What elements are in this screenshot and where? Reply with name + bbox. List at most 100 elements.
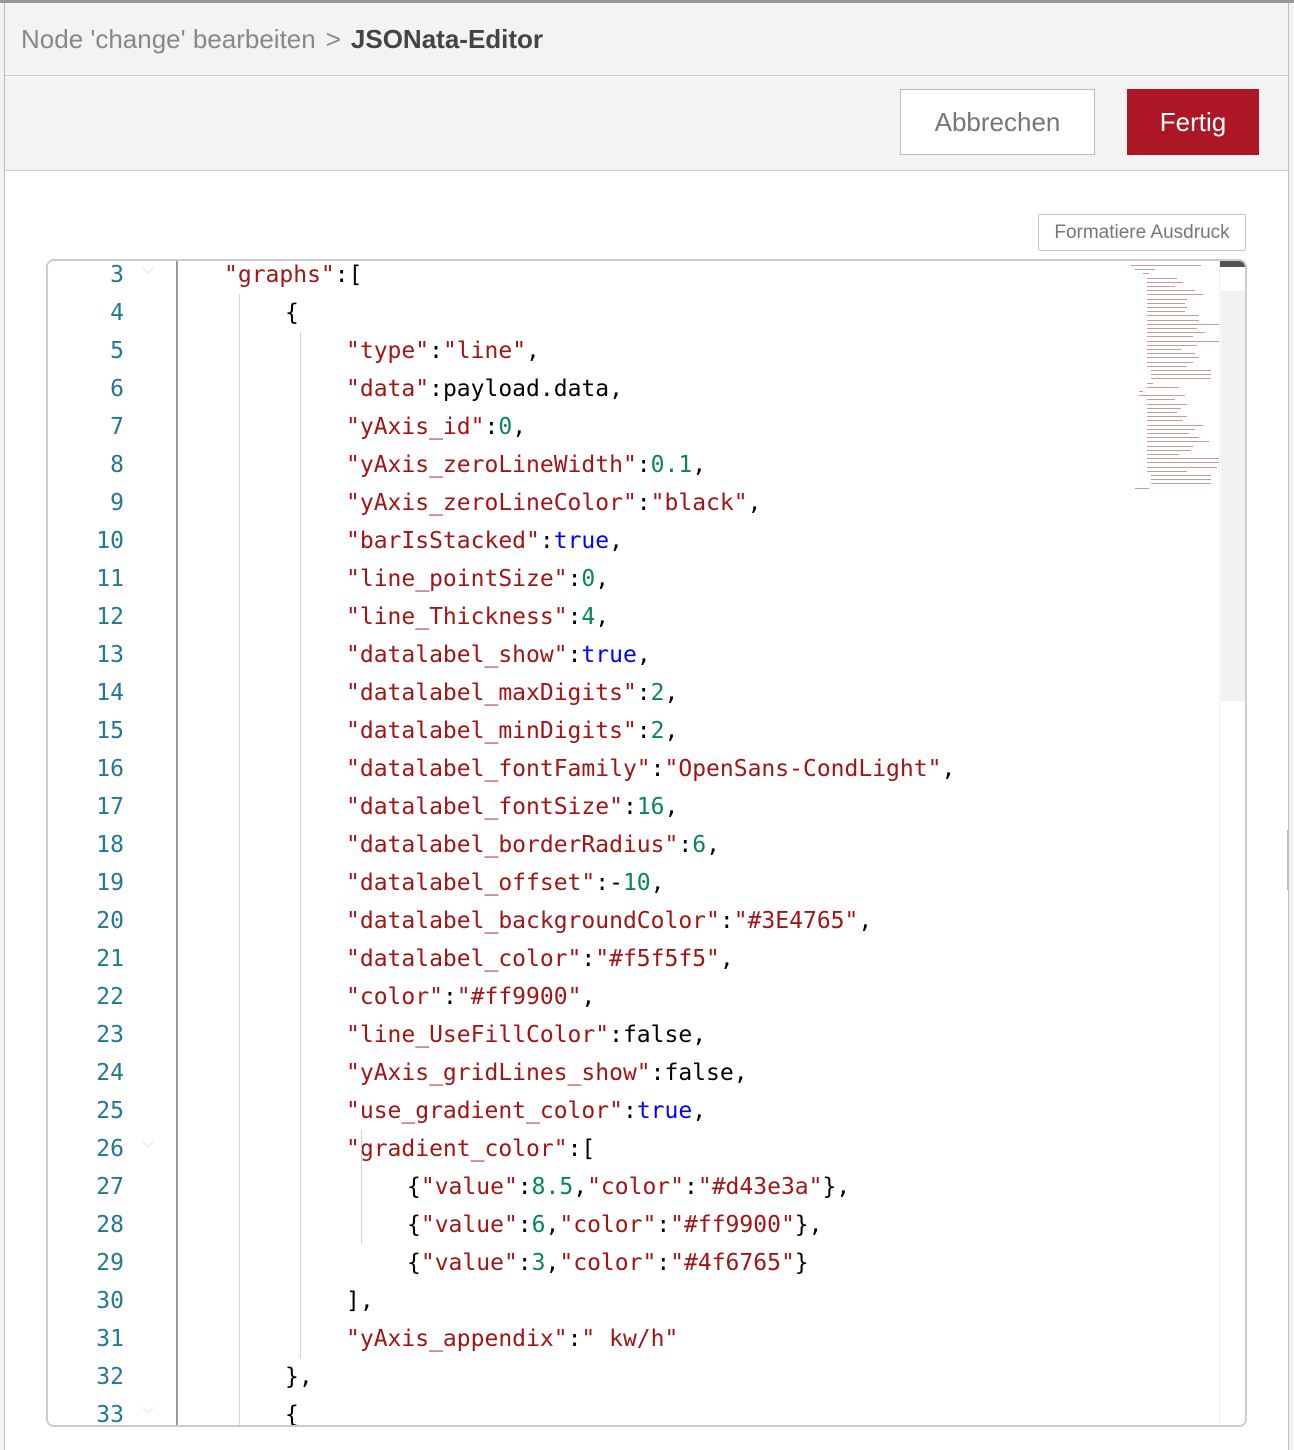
- code-line[interactable]: "datalabel_show":true,: [346, 636, 651, 674]
- code-line[interactable]: "graphs":[: [224, 261, 362, 294]
- code-token: {: [407, 1212, 421, 1238]
- code-line[interactable]: "datalabel_minDigits":2,: [346, 712, 678, 750]
- minimap-line: [1135, 487, 1149, 489]
- code-token: "#d43e3a": [697, 1174, 823, 1200]
- minimap-line: [1147, 424, 1203, 426]
- code-token: ,: [692, 452, 707, 478]
- code-line[interactable]: "datalabel_color":"#f5f5f5",: [346, 940, 734, 978]
- scrollbar-top-cap: [1220, 261, 1245, 267]
- line-number: 4: [110, 300, 124, 326]
- minimap-line: [1147, 294, 1203, 296]
- code-line[interactable]: "barIsStacked":true,: [346, 522, 623, 560]
- code-token: "gradient_color": [346, 1136, 568, 1162]
- code-line[interactable]: "line_UseFillColor":false,: [346, 1016, 706, 1054]
- code-token: :: [650, 756, 665, 782]
- code-line[interactable]: "datalabel_maxDigits":2,: [346, 674, 678, 712]
- minimap-line: [1147, 302, 1185, 304]
- code-token: "datalabel_borderRadius": [346, 832, 679, 858]
- code-token: 6: [692, 832, 707, 858]
- fold-chevron-icon[interactable]: [142, 1408, 154, 1416]
- minimap-line: [1147, 319, 1199, 321]
- minimap-line: [1147, 458, 1223, 460]
- code-token: "#3E4765": [733, 908, 859, 934]
- minimap-line: [1147, 332, 1205, 334]
- line-number: 5: [110, 338, 124, 364]
- code-token: :: [656, 1250, 671, 1276]
- code-token: ,: [706, 832, 720, 858]
- code-token: ,: [664, 680, 679, 706]
- code-line[interactable]: "yAxis_zeroLineWidth":0.1,: [346, 446, 706, 484]
- code-line[interactable]: "color":"#ff9900",: [346, 978, 595, 1016]
- code-editor[interactable]: 3 4 5 6 7 8 9 10 11 12 13 14 15 16 17 18 19 20 21 22 23 24 25 2…: [46, 259, 1247, 1427]
- scrollbar-thumb[interactable]: [1221, 291, 1245, 701]
- fold-chevron-icon[interactable]: [142, 268, 154, 276]
- code-line[interactable]: "data":payload.data,: [346, 370, 623, 408]
- code-token: "#ff9900": [670, 1212, 795, 1238]
- minimap[interactable]: [1123, 261, 1225, 501]
- code-line[interactable]: {"value":8.5,"color":"#d43e3a"},: [407, 1168, 850, 1206]
- code-token: "datalabel_minDigits": [346, 718, 637, 744]
- minimap-line: [1147, 336, 1193, 338]
- minimap-line: [1147, 357, 1199, 359]
- code-token: :: [636, 452, 651, 478]
- line-number: 16: [96, 756, 124, 782]
- code-token: 3: [531, 1250, 546, 1276]
- code-line[interactable]: "datalabel_offset":-10,: [346, 864, 665, 902]
- code-token: "datalabel_backgroundColor": [346, 908, 720, 934]
- code-line[interactable]: "datalabel_fontFamily":"OpenSans-CondLig…: [346, 750, 955, 788]
- code-token: "datalabel_color": [346, 946, 582, 972]
- code-line[interactable]: "line_Thickness":4,: [346, 598, 609, 636]
- line-number: 22: [96, 984, 124, 1010]
- code-token: 2: [650, 680, 665, 706]
- code-line[interactable]: {: [285, 1396, 299, 1425]
- code-line[interactable]: "yAxis_id":0,: [346, 408, 526, 446]
- code-line[interactable]: "line_pointSize":0,: [346, 560, 609, 598]
- cancel-button[interactable]: Abbrechen: [900, 89, 1095, 155]
- code-line[interactable]: ],: [346, 1282, 374, 1320]
- code-area[interactable]: "graphs":[{"type":"line", "data":payload.…: [178, 261, 1118, 1425]
- done-button[interactable]: Fertig: [1127, 89, 1259, 155]
- code-line[interactable]: {: [285, 294, 299, 332]
- code-line[interactable]: "yAxis_zeroLineColor":"black",: [346, 484, 761, 522]
- indent-guide: [239, 294, 240, 1425]
- code-line[interactable]: "datalabel_borderRadius":6,: [346, 826, 720, 864]
- minimap-line: [1147, 290, 1195, 292]
- minimap-line: [1147, 441, 1209, 443]
- code-line[interactable]: "yAxis_appendix":" kw/h": [346, 1320, 678, 1358]
- code-token: ,: [595, 604, 610, 630]
- minimap-line: [1147, 412, 1177, 413]
- code-token: "value": [420, 1174, 518, 1200]
- code-token: ,: [595, 566, 610, 592]
- code-line[interactable]: {"value":6,"color":"#ff9900"},: [407, 1206, 823, 1244]
- line-number: 14: [96, 680, 124, 706]
- line-number: 10: [96, 528, 124, 554]
- code-line[interactable]: "type":"line",: [346, 332, 540, 370]
- vertical-scrollbar[interactable]: [1219, 261, 1245, 1425]
- format-expression-button[interactable]: Formatiere Ausdruck: [1038, 214, 1246, 251]
- code-line[interactable]: "use_gradient_color":true,: [346, 1092, 706, 1130]
- dialog-toolbar: Abbrechen Fertig: [5, 76, 1288, 171]
- minimap-line: [1143, 273, 1149, 275]
- minimap-line: [1147, 403, 1187, 405]
- code-line[interactable]: },: [285, 1358, 313, 1396]
- line-number: 25: [96, 1098, 124, 1124]
- code-token: :: [567, 1326, 582, 1352]
- code-token: "line_pointSize": [346, 566, 568, 592]
- code-token: },: [285, 1364, 313, 1390]
- line-number: 12: [96, 604, 124, 630]
- fold-chevron-icon[interactable]: [142, 1142, 154, 1150]
- line-number: 24: [96, 1060, 124, 1086]
- minimap-line: [1151, 475, 1211, 476]
- code-line[interactable]: "datalabel_backgroundColor":"#3E4765",: [346, 902, 872, 940]
- code-line[interactable]: "yAxis_gridLines_show":false,: [346, 1054, 748, 1092]
- code-token: :payload.data,: [429, 376, 623, 402]
- minimap-line: [1147, 365, 1187, 367]
- minimap-line: [1147, 428, 1195, 430]
- minimap-line: [1147, 386, 1179, 388]
- code-token: ,: [636, 642, 651, 668]
- code-line[interactable]: "datalabel_fontSize":16,: [346, 788, 678, 826]
- code-token: "use_gradient_color": [346, 1098, 623, 1124]
- code-line[interactable]: "gradient_color":[: [346, 1130, 595, 1168]
- code-token: 16: [636, 794, 665, 820]
- code-line[interactable]: {"value":3,"color":"#4f6765"}: [407, 1244, 809, 1282]
